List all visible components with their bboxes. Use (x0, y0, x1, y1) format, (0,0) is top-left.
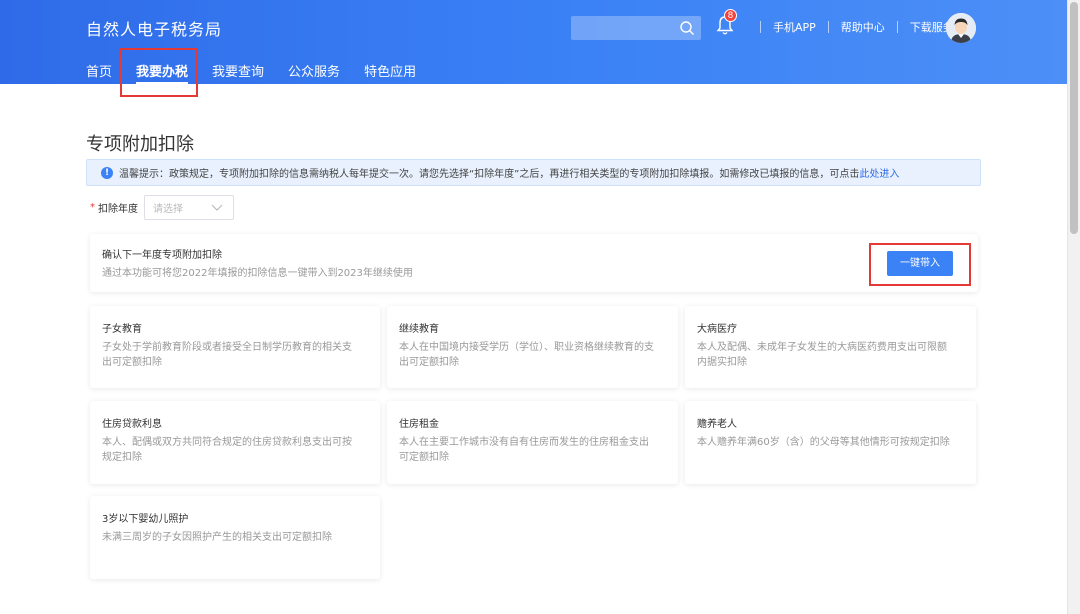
nav-query[interactable]: 我要查询 (212, 61, 264, 80)
category-desc: 未满三周岁的子女因照护产生的相关支出可定额扣除 (102, 532, 332, 543)
info-icon: ! (101, 166, 113, 179)
user-avatar-icon (946, 13, 976, 43)
required-mark: * (90, 202, 95, 213)
category-title: 3岁以下婴幼儿照护 (102, 514, 189, 525)
year-label: 扣除年度 (98, 204, 138, 215)
category-card-elderly-support[interactable]: 赡养老人 本人赡养年满60岁（含）的父母等其他情形可按规定扣除 (685, 401, 976, 484)
page-title: 专项附加扣除 (86, 134, 194, 155)
year-selector-row: * 扣除年度 请选择 (90, 195, 234, 220)
scrollbar[interactable] (1067, 0, 1080, 614)
category-desc: 子女处于学前教育阶段或者接受全日制学历教育的相关支出可定额扣除 (102, 342, 352, 368)
category-card-child-education[interactable]: 子女教育 子女处于学前教育阶段或者接受全日制学历教育的相关支出可定额扣除 (90, 306, 380, 388)
button-highlight-box (869, 243, 971, 286)
category-title: 子女教育 (102, 324, 142, 335)
confirm-next-year-card: 确认下一年度专项附加扣除 通过本功能可将您2022年填报的扣除信息一键带入到20… (90, 234, 978, 292)
confirm-desc: 通过本功能可将您2022年填报的扣除信息一键带入到2023年继续使用 (102, 268, 413, 279)
category-desc: 本人及配偶、未成年子女发生的大病医药费用支出可限额内据实扣除 (697, 342, 947, 368)
search-icon[interactable] (679, 20, 695, 36)
nav-public-service[interactable]: 公众服务 (288, 61, 340, 80)
notice-link[interactable]: 此处进入 (859, 165, 899, 180)
avatar[interactable] (946, 13, 976, 43)
divider (827, 21, 829, 33)
year-select[interactable]: 请选择 (144, 195, 234, 220)
category-card-serious-illness[interactable]: 大病医疗 本人及配偶、未成年子女发生的大病医药费用支出可限额内据实扣除 (685, 306, 976, 388)
divider (760, 21, 761, 33)
category-title: 住房贷款利息 (102, 419, 162, 430)
top-links: 手机APP 帮助中心 下载服务 (748, 19, 954, 35)
mobile-app-link[interactable]: 手机APP (773, 19, 816, 35)
site-title[interactable]: 自然人电子税务局 (86, 16, 222, 40)
category-desc: 本人、配偶或双方共同符合规定的住房贷款利息支出可按规定扣除 (102, 437, 352, 463)
nav-home[interactable]: 首页 (86, 61, 112, 80)
category-desc: 本人赡养年满60岁（含）的父母等其他情形可按规定扣除 (697, 437, 950, 448)
notification-badge: 8 (724, 9, 737, 22)
nav-featured-apps[interactable]: 特色应用 (364, 61, 416, 80)
notice-text: 温馨提示：政策规定，专项附加扣除的信息需纳税人每年提交一次。请您先选择“扣除年度… (119, 169, 860, 180)
divider (896, 21, 898, 33)
category-desc: 本人在中国境内接受学历（学位）、职业资格继续教育的支出可定额扣除 (399, 342, 654, 368)
category-title: 继续教育 (399, 324, 439, 335)
category-card-mortgage-interest[interactable]: 住房贷款利息 本人、配偶或双方共同符合规定的住房贷款利息支出可按规定扣除 (90, 401, 380, 484)
category-title: 住房租金 (399, 419, 439, 430)
category-title: 赡养老人 (697, 419, 737, 430)
category-card-infant-care[interactable]: 3岁以下婴幼儿照护 未满三周岁的子女因照护产生的相关支出可定额扣除 (90, 496, 380, 579)
chevron-down-icon (211, 204, 223, 211)
nav-highlight-box (120, 48, 198, 97)
category-card-continuing-education[interactable]: 继续教育 本人在中国境内接受学历（学位）、职业资格继续教育的支出可定额扣除 (387, 306, 678, 388)
year-select-placeholder: 请选择 (153, 204, 183, 215)
category-card-housing-rent[interactable]: 住房租金 本人在主要工作城市没有自有住房而发生的住房租金支出可定额扣除 (387, 401, 678, 484)
notice-banner: ! 温馨提示：政策规定，专项附加扣除的信息需纳税人每年提交一次。请您先选择“扣除… (86, 159, 981, 186)
search-input[interactable] (571, 16, 701, 40)
confirm-title: 确认下一年度专项附加扣除 (102, 250, 222, 261)
category-desc: 本人在主要工作城市没有自有住房而发生的住房租金支出可定额扣除 (399, 437, 649, 463)
category-title: 大病医疗 (697, 324, 737, 335)
help-center-link[interactable]: 帮助中心 (841, 19, 885, 35)
scrollbar-thumb[interactable] (1070, 2, 1078, 234)
